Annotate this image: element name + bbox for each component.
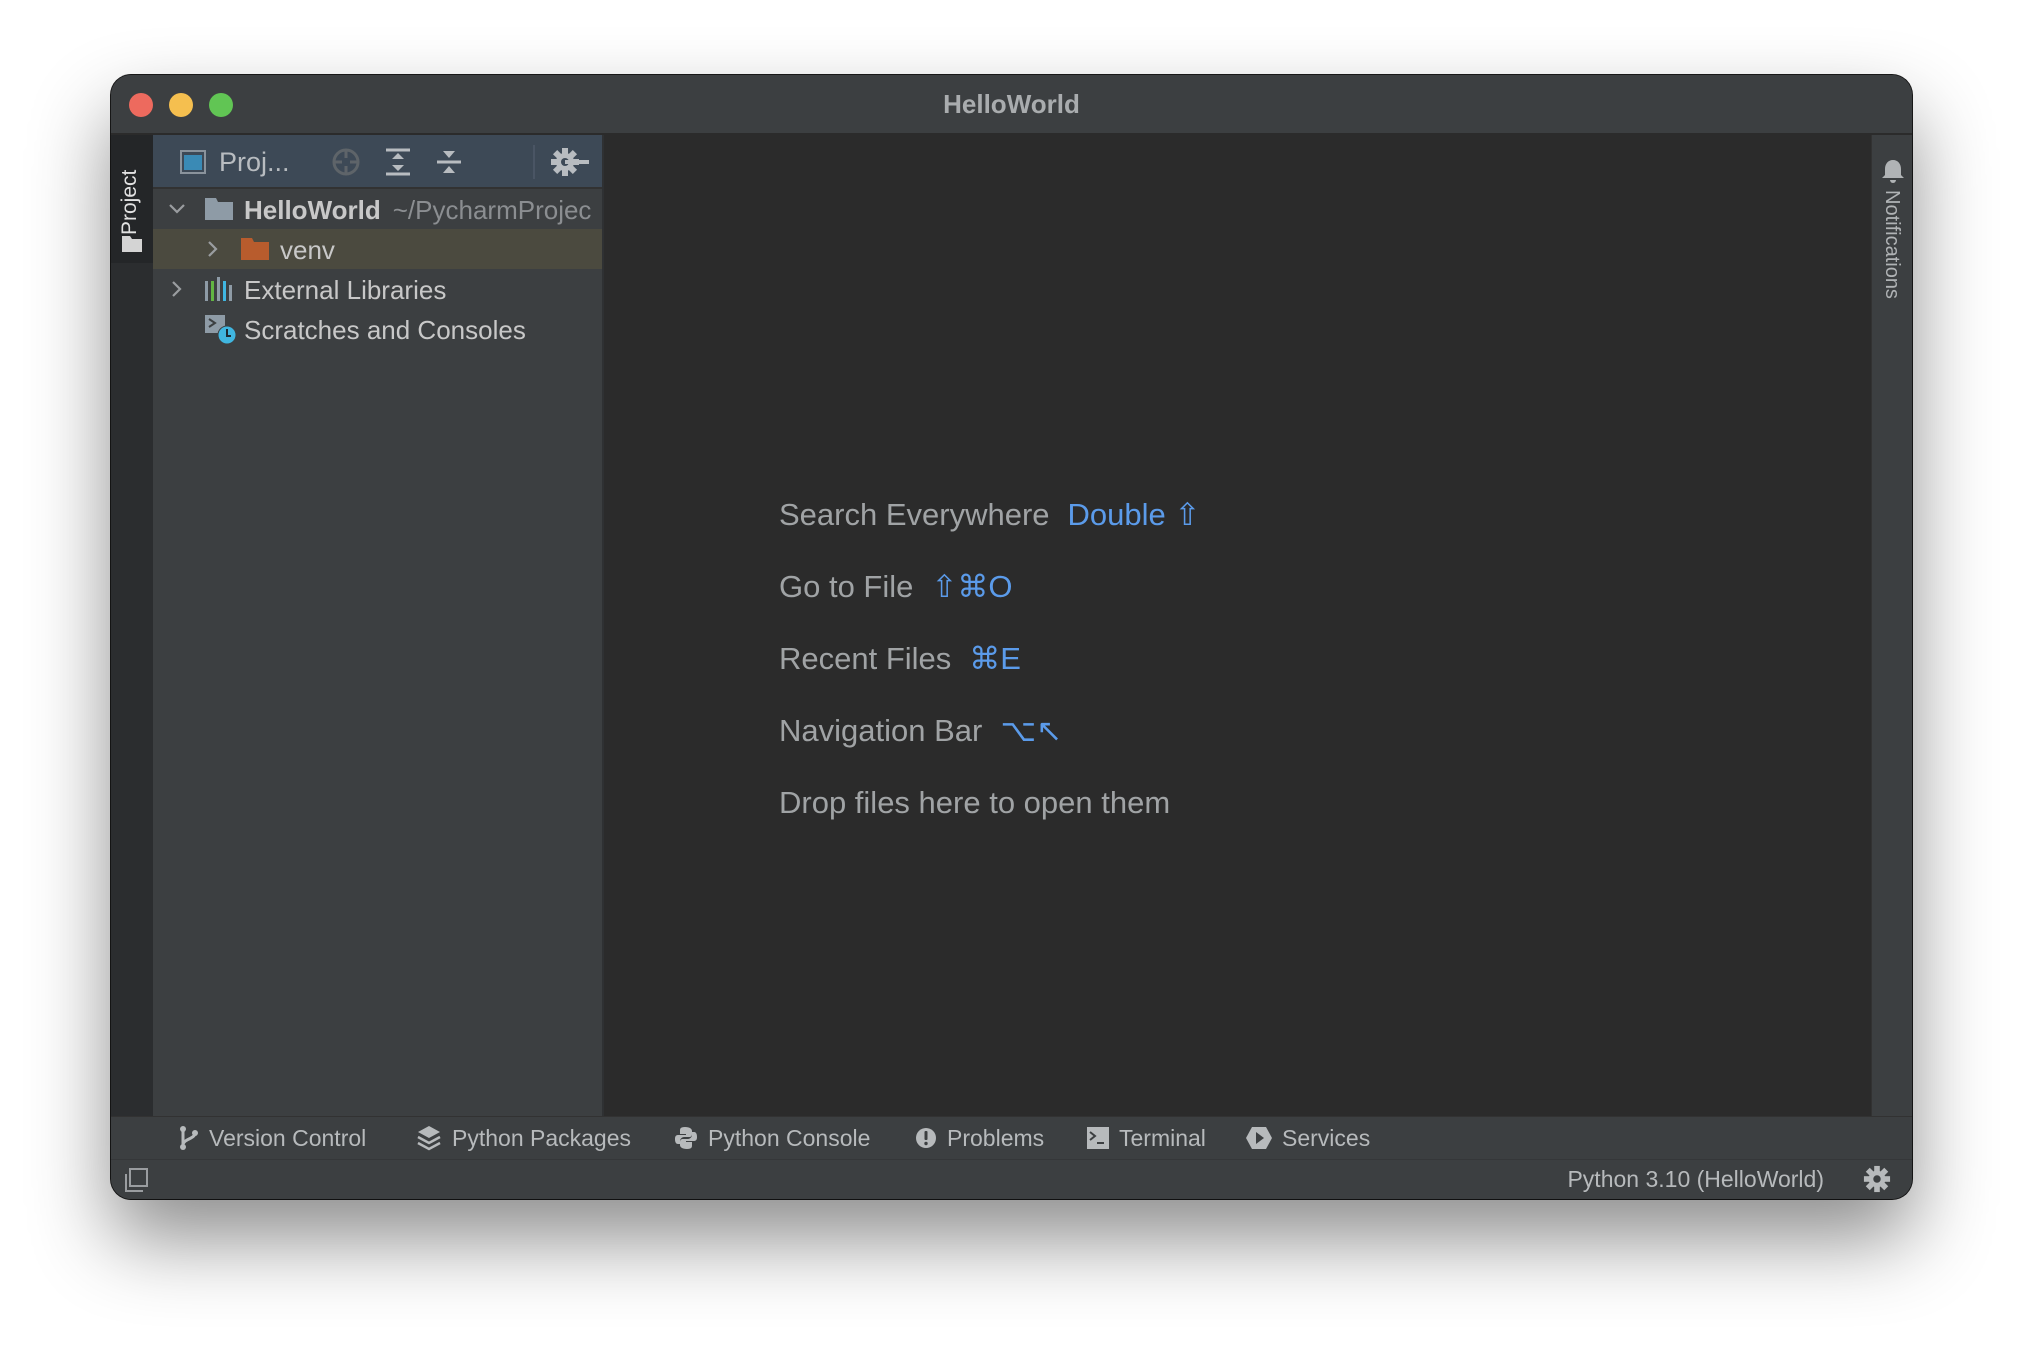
folder-icon <box>122 236 142 252</box>
shortcut: ⌘E <box>969 641 1021 676</box>
tool-window-label: Version Control <box>209 1124 367 1151</box>
tree-item-external-libraries[interactable]: External Libraries <box>153 269 602 309</box>
excluded-folder-icon <box>241 238 269 260</box>
chevron-right-icon[interactable] <box>167 279 187 299</box>
project-tool-tab-label: Project <box>118 169 141 235</box>
header-separator <box>533 145 535 179</box>
project-view-icon[interactable] <box>180 150 206 174</box>
branch-icon <box>180 1126 198 1150</box>
left-tool-stripe: Project <box>111 135 154 1116</box>
title-bar: HelloWorld <box>111 75 1912 135</box>
layers-icon <box>417 1126 441 1151</box>
expand-all-icon[interactable] <box>383 147 413 177</box>
hint-drop-files: Drop files here to open them <box>779 785 1171 820</box>
interpreter-selector[interactable]: Python 3.10 (HelloWorld) <box>1567 1166 1824 1193</box>
tool-window-label: Terminal <box>1119 1124 1206 1151</box>
notifications-tool-tab[interactable]: Notifications <box>1872 135 1912 335</box>
hide-panel-icon[interactable] <box>562 147 592 177</box>
tree-item-scratches[interactable]: Scratches and Consoles <box>153 309 602 349</box>
tree-item-helloworld[interactable]: HelloWorld ~/PycharmProjec <box>153 189 602 229</box>
library-icon <box>205 277 232 301</box>
bell-icon <box>1882 160 1904 183</box>
terminal-icon <box>1087 1127 1109 1149</box>
services-icon <box>1246 1127 1272 1149</box>
tool-window-bar: Version Control Python Packages Python C… <box>111 1116 1912 1161</box>
python-icon <box>675 1127 697 1149</box>
notifications-label: Notifications <box>1881 190 1903 299</box>
chevron-down-icon[interactable] <box>167 199 187 219</box>
tool-window-label: Services <box>1282 1124 1371 1151</box>
tool-window-label: Problems <box>947 1124 1045 1151</box>
project-view-selector[interactable]: Proj... <box>219 147 290 178</box>
tool-window-problems[interactable]: Problems <box>915 1123 1044 1153</box>
hint-navigation-bar: Navigation Bar ⌥↖ <box>779 713 1063 748</box>
right-tool-stripe: Notifications <box>1871 135 1912 1116</box>
tree-item-label: venv <box>280 235 335 265</box>
tree-item-label: External Libraries <box>244 275 447 305</box>
shortcut: Double ⇧ <box>1067 497 1201 532</box>
hint-search-everywhere: Search Everywhere Double ⇧ <box>779 497 1201 532</box>
collapse-all-icon[interactable] <box>434 147 464 177</box>
project-tool-tab[interactable]: Project <box>111 135 153 263</box>
hint-recent-files: Recent Files ⌘E <box>779 641 1021 676</box>
project-panel: Proj... HelloWorld ~/PycharmProjec venv … <box>153 135 602 1116</box>
chevron-right-icon[interactable] <box>203 239 223 259</box>
editor-empty-area[interactable]: Search Everywhere Double ⇧ Go to File ⇧⌘O … <box>604 135 1871 1116</box>
tool-window-label: Python Console <box>708 1124 871 1151</box>
project-tree: HelloWorld ~/PycharmProjec venv External… <box>153 189 602 349</box>
shortcut: ⇧⌘O <box>931 569 1013 604</box>
folder-icon <box>205 198 233 220</box>
status-bar: Python 3.10 (HelloWorld) <box>111 1160 1912 1199</box>
ide-window: HelloWorld Project Proj... HelloWorld ~/… <box>111 75 1912 1199</box>
tool-window-terminal[interactable]: Terminal <box>1087 1123 1206 1153</box>
tool-window-services[interactable]: Services <box>1246 1123 1370 1153</box>
tool-window-python-packages[interactable]: Python Packages <box>416 1123 631 1153</box>
tool-window-version-control[interactable]: Version Control <box>179 1123 366 1153</box>
gear-icon[interactable] <box>1863 1165 1891 1193</box>
tree-item-label: Scratches and Consoles <box>244 315 526 345</box>
scratches-icon <box>205 315 237 345</box>
layout-icon[interactable] <box>123 1168 149 1194</box>
tool-window-python-console[interactable]: Python Console <box>674 1123 870 1153</box>
locate-icon[interactable] <box>331 147 361 177</box>
hint-go-to-file: Go to File ⇧⌘O <box>779 569 1013 604</box>
problems-icon <box>916 1128 936 1148</box>
tool-window-label: Python Packages <box>452 1124 632 1151</box>
editor-hints: Search Everywhere Double ⇧ Go to File ⇧⌘O … <box>779 497 1200 857</box>
project-panel-header: Proj... <box>153 135 602 189</box>
shortcut: ⌥↖ <box>1000 713 1063 748</box>
window-title: HelloWorld <box>943 89 1080 119</box>
tree-item-venv[interactable]: venv <box>153 229 602 269</box>
project-path: ~/PycharmProjec <box>392 195 592 225</box>
tree-item-label: HelloWorld <box>244 195 381 225</box>
